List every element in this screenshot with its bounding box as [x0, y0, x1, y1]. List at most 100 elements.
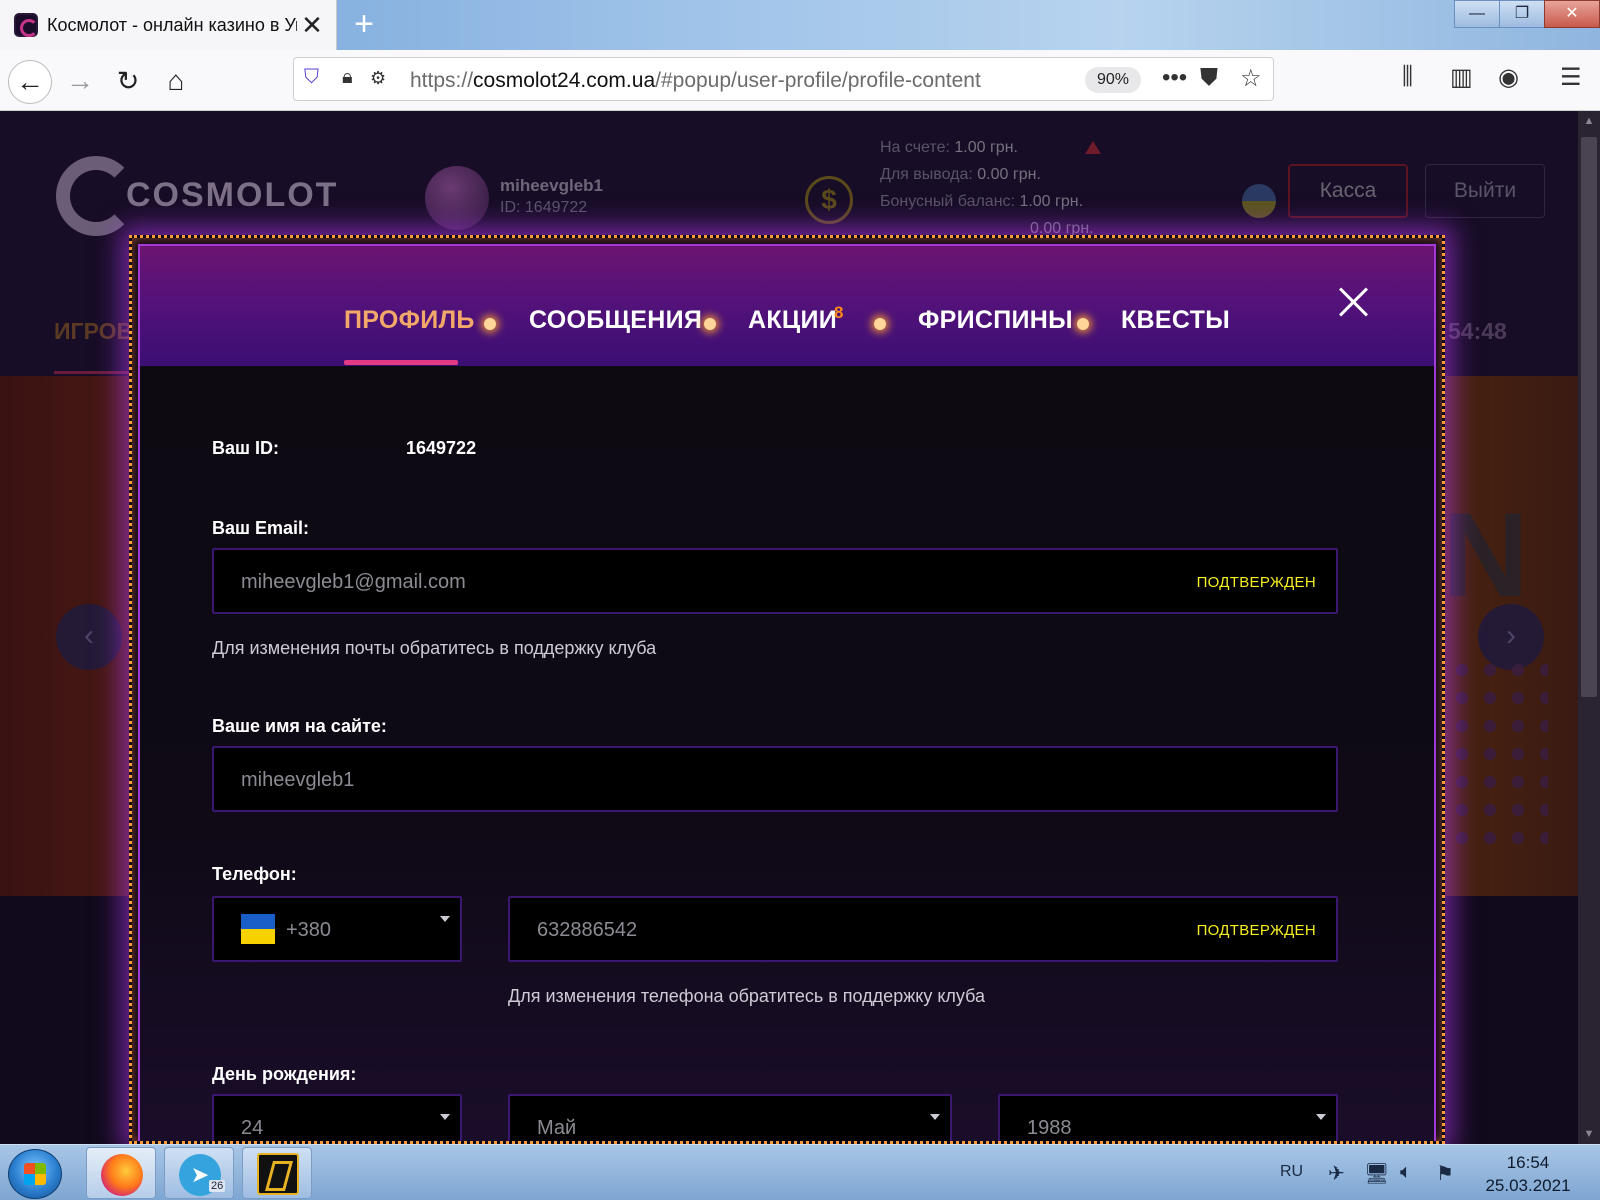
taskbar-firefox[interactable] [86, 1147, 156, 1199]
display-name-field[interactable]: miheevgleb1 [212, 746, 1338, 812]
chevron-down-icon [440, 916, 450, 922]
scroll-thumb[interactable] [1581, 137, 1597, 697]
avatar[interactable] [425, 166, 489, 230]
display-name-value: miheevgleb1 [241, 769, 355, 791]
tab-separator-dot [484, 318, 496, 330]
sidebar-icon[interactable]: ▥ [1450, 63, 1473, 92]
tab-separator-dot [704, 318, 716, 330]
browser-navbar: ← → ↻ ⌂ ⛉ 🔒︎ ⚙ https://cosmolot24.com.ua… [0, 50, 1600, 111]
birthday-day-select[interactable]: 24 [212, 1094, 462, 1141]
scroll-down-icon[interactable]: ▼ [1578, 1124, 1600, 1144]
country-code-select[interactable]: +380 [212, 896, 462, 962]
tab-promotions[interactable]: АКЦИИ [748, 306, 837, 335]
page-scrollbar[interactable]: ▲ ▼ [1578, 111, 1600, 1144]
firefox-icon [101, 1154, 143, 1196]
birthday-label: День рождения: [212, 1064, 357, 1084]
taskbar-telegram[interactable]: ➤ 26 [164, 1147, 234, 1199]
ukraine-flag-icon[interactable] [1242, 184, 1276, 218]
volume-icon[interactable]: 🔈︎ [1400, 1161, 1412, 1184]
phone-label: Телефон: [212, 864, 297, 884]
tracking-shield-icon[interactable]: ⛉ [304, 66, 319, 89]
tab-separator-dot [874, 318, 886, 330]
language-indicator[interactable]: RU [1280, 1163, 1303, 1181]
menu-hamburger-icon[interactable]: ☰ [1560, 63, 1582, 92]
window-controls: — ❐ ✕ [1454, 0, 1600, 30]
browser-titlebar: Космолот - онлайн казино в Ук ✕ + — ❐ ✕ [0, 0, 1600, 51]
address-bar[interactable]: ⛉ 🔒︎ ⚙ https://cosmolot24.com.ua/#popup/… [293, 57, 1274, 101]
tab-title: Космолот - онлайн казино в Ук [47, 15, 297, 35]
chevron-down-icon [440, 1114, 450, 1120]
name-label: Ваше имя на сайте: [212, 716, 387, 736]
site-logo[interactable]: COSMOLOT [56, 156, 336, 236]
window-close-button[interactable]: ✕ [1544, 0, 1600, 28]
system-clock[interactable]: 16:54 25.03.2021 [1478, 1151, 1578, 1197]
grapes-image [1448, 656, 1548, 846]
new-tab-button[interactable]: + [346, 6, 382, 42]
telegram-unread-badge: 26 [209, 1180, 226, 1192]
network-icon[interactable]: 🖥︎ [1364, 1161, 1389, 1186]
forward-arrow-icon[interactable]: → [58, 60, 102, 104]
reload-icon[interactable]: ↻ [106, 60, 150, 104]
modal-frame: ПРОФИЛЬ СООБЩЕНИЯ АКЦИИ 8 ФРИСПИНЫ КВЕСТ… [138, 244, 1436, 1141]
birthday-month-value: Май [537, 1117, 577, 1139]
url-domain: cosmolot24.com.ua [473, 69, 656, 92]
tab-messages[interactable]: СООБЩЕНИЯ [529, 306, 702, 335]
email-field[interactable]: miheevgleb1@gmail.com ПОДТВЕРЖДЕН [212, 548, 1338, 614]
telegram-tray-icon[interactable]: ✈ [1328, 1161, 1345, 1186]
bookmark-star-icon[interactable]: ☆ [1240, 64, 1262, 93]
tab-separator-dot [1077, 318, 1089, 330]
birthday-year-value: 1988 [1027, 1117, 1072, 1139]
pocket-icon[interactable]: ⛊ [1200, 64, 1218, 92]
profile-form: Ваш ID: 1649722 Ваш Email: miheevgleb1@g… [140, 366, 1434, 1141]
tab-quests[interactable]: КВЕСТЫ [1121, 306, 1230, 335]
birthday-year-select[interactable]: 1988 [998, 1094, 1338, 1141]
logout-button[interactable]: Выйти [1425, 164, 1545, 218]
zoom-level-badge[interactable]: 90% [1085, 67, 1141, 93]
site-favicon-icon [14, 13, 38, 37]
modal-close-icon[interactable] [1338, 286, 1370, 318]
url-path: /#popup/user-profile/profile-content [655, 69, 981, 92]
action-center-flag-icon[interactable]: ⚑ [1436, 1161, 1454, 1186]
birthday-day-value: 24 [241, 1117, 264, 1139]
tab-profile[interactable]: ПРОФИЛЬ [344, 306, 475, 335]
header-username: miheevgleb1 [500, 176, 603, 195]
phone-field[interactable]: 632886542 ПОДТВЕРЖДЕН [508, 896, 1338, 962]
birthday-month-select[interactable]: Май [508, 1094, 952, 1141]
email-value: miheevgleb1@gmail.com [241, 571, 466, 593]
email-confirmed-status: ПОДТВЕРЖДЕН [1196, 574, 1316, 591]
account-icon[interactable]: ◉ [1498, 63, 1519, 92]
phone-confirmed-status: ПОДТВЕРЖДЕН [1196, 922, 1316, 939]
windows-taskbar: ➤ 26 RU ✈ 🖥︎ 🔈︎ ⚑ 16:54 25.03.2021 [0, 1144, 1600, 1200]
permissions-icon[interactable]: ⚙ [370, 68, 386, 89]
kassa-button[interactable]: Касса [1288, 164, 1408, 218]
balance-line: Бонусный баланс: 1.00 грн. [880, 193, 1084, 210]
url-text[interactable]: https://cosmolot24.com.ua/#popup/user-pr… [410, 69, 981, 93]
warning-triangle-icon [1085, 141, 1101, 154]
start-button[interactable] [8, 1149, 62, 1199]
header-user-id: ID: 1649722 [500, 199, 588, 216]
balance-line: На счете: 1.00 грн. [880, 139, 1018, 156]
library-icon[interactable]: ⫼ [1402, 63, 1413, 91]
banner-prev-icon[interactable]: ‹ [56, 604, 122, 670]
menu-item-games[interactable]: ИГРОВ [54, 318, 133, 345]
page-actions-icon[interactable]: ••• [1162, 64, 1187, 92]
tab-close-icon[interactable]: ✕ [300, 10, 324, 40]
taskbar-app[interactable] [242, 1147, 312, 1199]
tab-freespins[interactable]: ФРИСПИНЫ [918, 306, 1073, 335]
id-label: Ваш ID: [212, 438, 280, 458]
balance-line: Для вывода: 0.00 грн. [880, 166, 1041, 183]
active-tab-underline [344, 360, 458, 365]
back-arrow-icon[interactable]: ← [8, 60, 52, 104]
ukraine-flag-icon [241, 914, 275, 944]
restore-button[interactable]: ❐ [1499, 0, 1545, 28]
browser-tab[interactable]: Космолот - онлайн казино в Ук ✕ [0, 0, 337, 51]
minimize-button[interactable]: — [1454, 0, 1500, 28]
chevron-down-icon [930, 1114, 940, 1120]
modal-header: ПРОФИЛЬ СООБЩЕНИЯ АКЦИИ 8 ФРИСПИНЫ КВЕСТ… [140, 246, 1434, 366]
lock-icon[interactable]: 🔒︎ [342, 66, 353, 89]
promotions-count-badge: 8 [834, 303, 844, 322]
logo-c-icon [56, 156, 136, 236]
email-hint: Для изменения почты обратитесь в поддерж… [212, 638, 657, 658]
scroll-up-icon[interactable]: ▲ [1578, 111, 1600, 131]
home-icon[interactable]: ⌂ [154, 60, 198, 104]
